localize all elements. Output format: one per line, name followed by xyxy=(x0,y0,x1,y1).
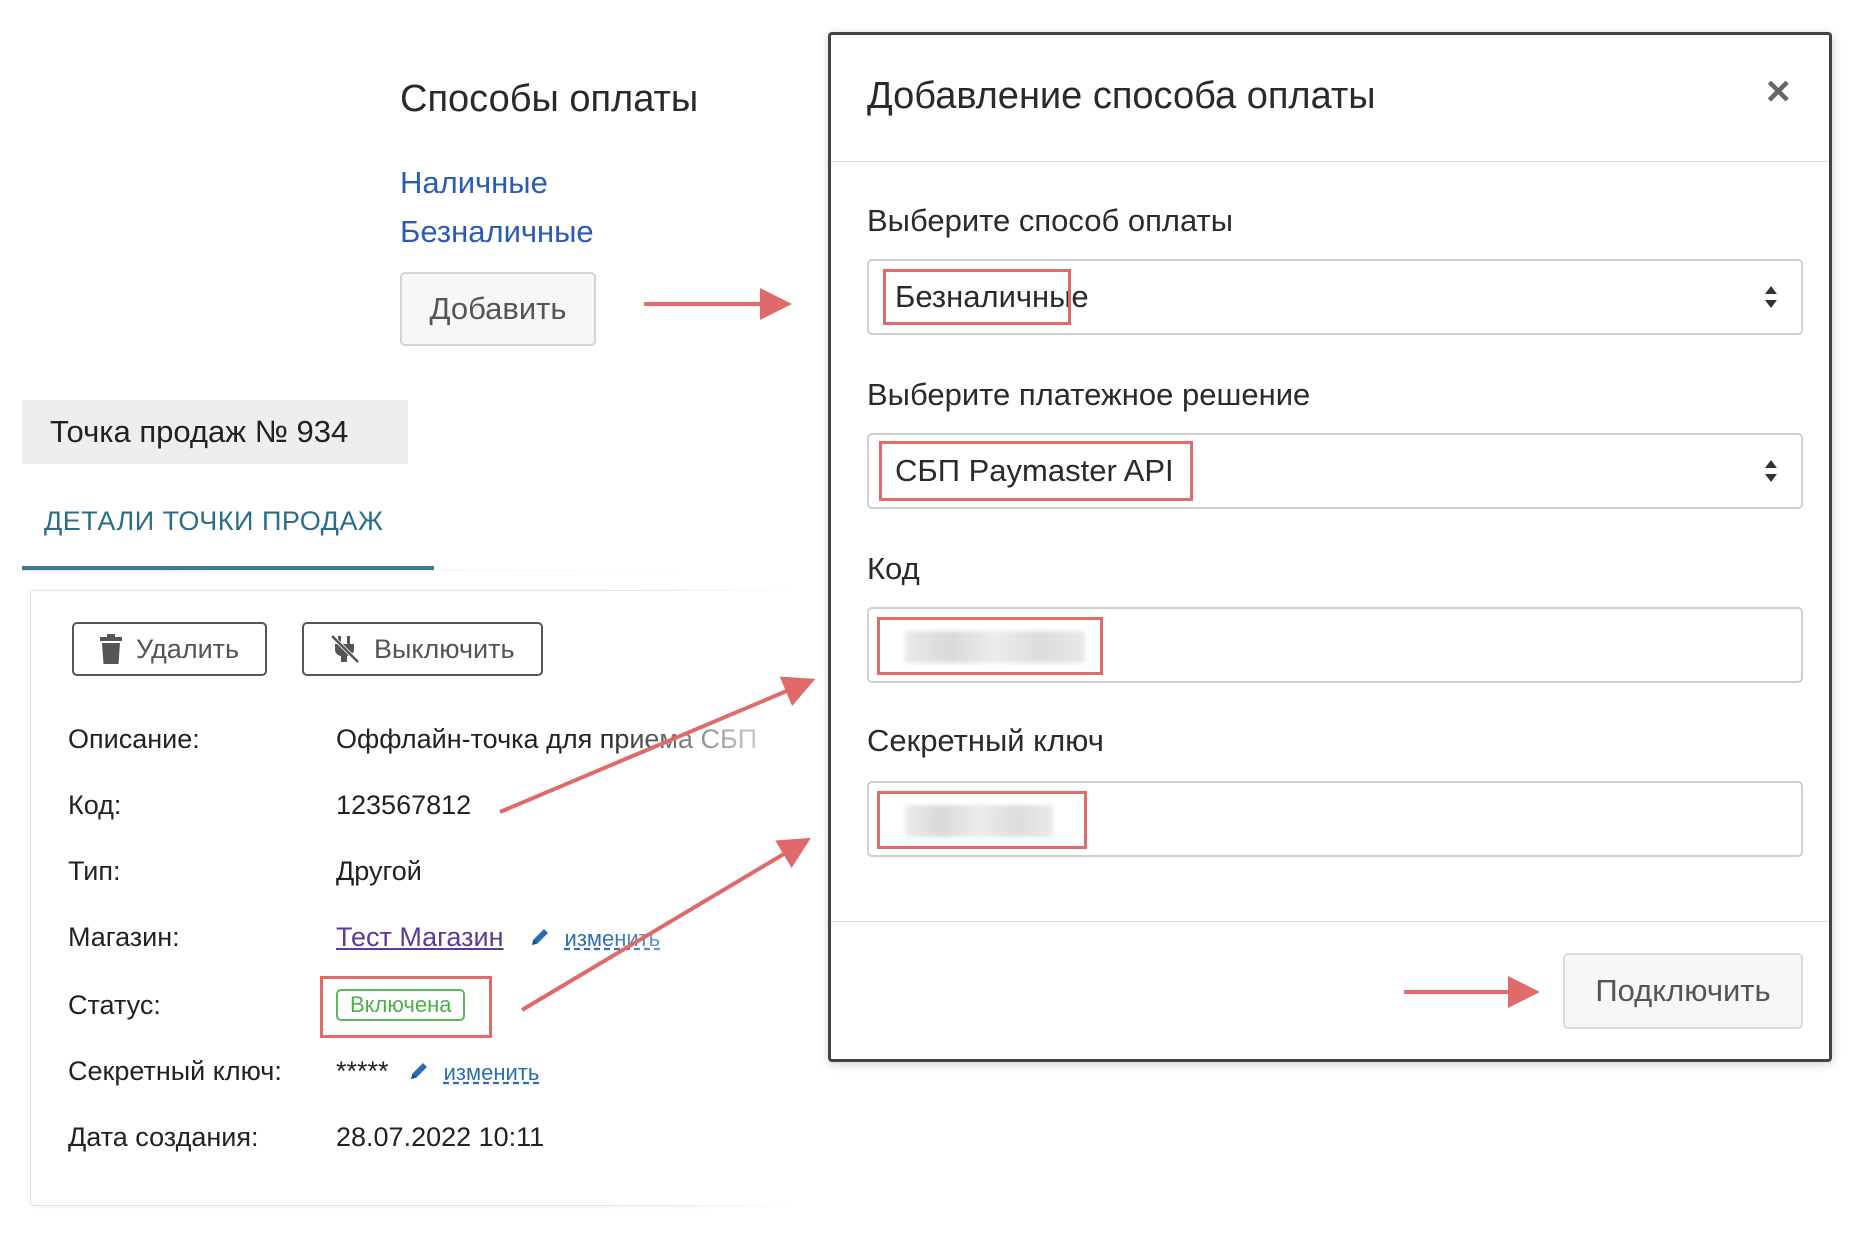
arrow-code-to-field xyxy=(499,676,816,814)
annotation-arrows xyxy=(499,288,1540,1012)
arrow-status-to-secret xyxy=(520,837,811,1012)
